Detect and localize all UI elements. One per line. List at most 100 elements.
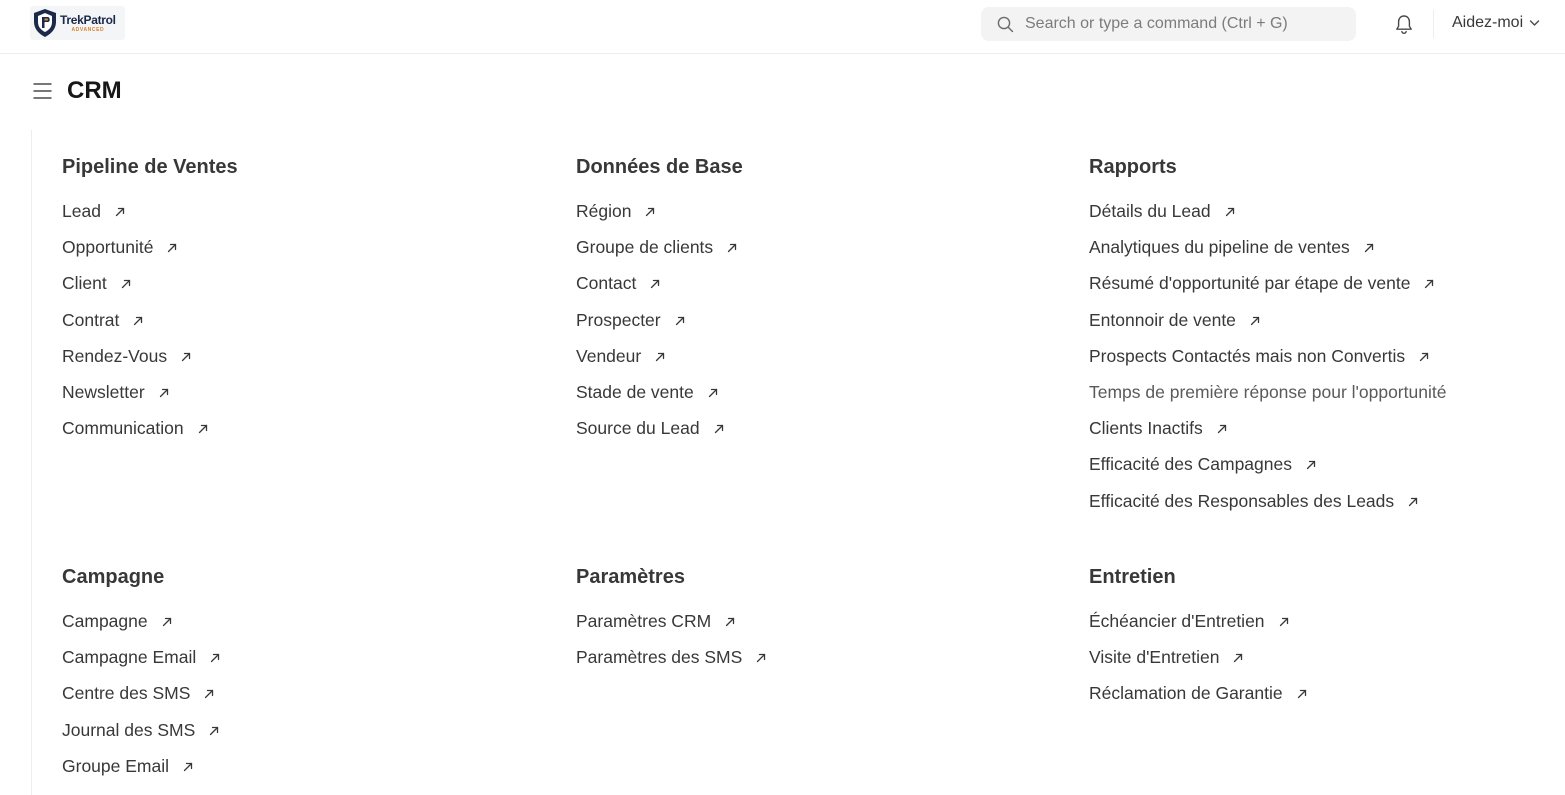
shortcut-link[interactable]: Paramètres CRM [576, 611, 735, 631]
shortcut-link[interactable]: Lead [62, 201, 125, 221]
link-label: Centre des SMS [62, 683, 191, 704]
link-item: Prospects Contactés mais non Convertis [1089, 346, 1549, 382]
shortcut-link[interactable]: Rendez-Vous [62, 346, 191, 366]
shortcut-link[interactable]: Échéancier d'Entretien [1089, 611, 1289, 631]
shortcut-link[interactable]: Visite d'Entretien [1089, 647, 1243, 667]
shortcut-link[interactable]: Résumé d'opportunité par étape de vente [1089, 273, 1434, 293]
link-item: Centre des SMS [62, 683, 522, 719]
shortcut-link[interactable]: Newsletter [62, 382, 169, 402]
link-label: Analytiques du pipeline de ventes [1089, 237, 1350, 258]
link-label: Échéancier d'Entretien [1089, 611, 1265, 631]
arrow-up-right-icon [1250, 310, 1260, 330]
arrow-up-right-icon [115, 201, 125, 221]
link-list: Paramètres CRM Paramètres des SMS [576, 611, 1036, 683]
sidebar-toggle-button[interactable] [33, 82, 52, 105]
help-dropdown[interactable]: Aidez-moi [1452, 14, 1540, 32]
arrow-up-right-icon [708, 382, 718, 402]
link-label: Efficacité des Responsables des Leads [1089, 490, 1395, 511]
link-label: Lead [62, 201, 101, 221]
link-label: Journal des SMS [62, 719, 196, 740]
link-item: Contact [576, 273, 1036, 309]
shortcut-link[interactable]: Entonnoir de vente [1089, 310, 1260, 330]
link-list: Détails du Lead Analytiques du pipeline d… [1089, 201, 1549, 527]
notifications-button[interactable] [1394, 14, 1414, 40]
shortcut-link[interactable]: Groupe Email [62, 756, 193, 776]
arrow-up-right-icon [167, 237, 177, 257]
shortcut-link[interactable]: Groupe de clients [576, 237, 737, 257]
section-title: Paramètres [576, 566, 685, 588]
shortcut-link[interactable]: Contact [576, 273, 660, 293]
shortcut-link[interactable]: Opportunité [62, 237, 177, 257]
link-item: Newsletter [62, 382, 522, 418]
link-label: Contrat [62, 309, 120, 330]
shortcut-link[interactable]: Vendeur [576, 346, 665, 366]
link-item: Échéancier d'Entretien [1089, 611, 1549, 647]
shortcut-link[interactable]: Campagne [62, 611, 172, 631]
shortcut-link[interactable]: Contrat [62, 310, 143, 330]
arrow-up-right-icon [756, 647, 766, 667]
shortcut-link[interactable]: Détails du Lead [1089, 201, 1235, 221]
link-item: Opportunité [62, 237, 522, 273]
link-item: Paramètres CRM [576, 611, 1036, 647]
shortcut-link[interactable]: Analytiques du pipeline de ventes [1089, 237, 1374, 257]
link-label: Source du Lead [576, 418, 700, 439]
section-donnees-de-base: Données de Base Région Groupe de clients C… [576, 155, 1036, 454]
arrow-up-right-icon [1364, 237, 1374, 257]
search-bar[interactable] [981, 7, 1356, 41]
link-label: Contact [576, 273, 637, 294]
search-input[interactable] [1025, 15, 1345, 33]
link-label: Clients Inactifs [1089, 418, 1203, 439]
navbar-divider [1433, 10, 1434, 38]
shortcut-link[interactable]: Campagne Email [62, 647, 220, 667]
link-item: Prospecter [576, 310, 1036, 346]
link-label: Opportunité [62, 237, 154, 258]
link-label: Communication [62, 418, 184, 439]
shortcut-link[interactable]: Prospects Contactés mais non Convertis [1089, 346, 1429, 366]
arrow-up-right-icon [159, 382, 169, 402]
arrow-up-right-icon [181, 346, 191, 366]
link-label: Paramètres CRM [576, 611, 712, 631]
link-label: Paramètres des SMS [576, 647, 743, 668]
shortcut-link[interactable]: Communication [62, 418, 208, 438]
shortcut-link[interactable]: Stade de vente [576, 382, 718, 402]
link-label: Stade de vente [576, 381, 694, 402]
arrow-up-right-icon [727, 237, 737, 257]
section-title: Pipeline de Ventes [62, 156, 238, 178]
link-item: Réclamation de Garantie [1089, 683, 1549, 719]
shortcut-link[interactable]: Efficacité des Responsables des Leads [1089, 491, 1418, 511]
link-item: Campagne Email [62, 647, 522, 683]
link-label: Campagne [62, 611, 148, 631]
shortcut-link[interactable]: Prospecter [576, 310, 685, 330]
arrow-up-right-icon [1233, 647, 1243, 667]
link-label: Groupe de clients [576, 237, 714, 258]
arrow-up-right-icon [121, 273, 131, 293]
link-item: Vendeur [576, 346, 1036, 382]
arrow-up-right-icon [650, 273, 660, 293]
section-rapports: Rapports Détails du Lead Analytiques du p… [1089, 155, 1549, 527]
logo-subtitle: ADVANCED [71, 26, 105, 33]
shortcut-link[interactable]: Source du Lead [576, 418, 724, 438]
arrow-up-right-icon [1217, 418, 1227, 438]
link-label: Prospecter [576, 309, 661, 330]
shortcut-link[interactable]: Journal des SMS [62, 720, 219, 740]
link-item: Communication [62, 418, 522, 454]
shortcut-link[interactable]: Paramètres des SMS [576, 647, 766, 667]
link-label: Efficacité des Campagnes [1089, 454, 1292, 475]
shortcut-link[interactable]: Efficacité des Campagnes [1089, 454, 1316, 474]
arrow-up-right-icon [1225, 201, 1235, 221]
link-list: Campagne Campagne Email Centre des SMS Jour… [62, 611, 522, 792]
arrow-up-right-icon [204, 683, 214, 703]
shortcut-link[interactable]: Région [576, 201, 655, 221]
link-item: Contrat [62, 310, 522, 346]
link-item: Visite d'Entretien [1089, 647, 1549, 683]
link-item: Campagne [62, 611, 522, 647]
link-label: Région [576, 201, 632, 221]
shortcut-link[interactable]: Clients Inactifs [1089, 418, 1227, 438]
bell-icon [1396, 15, 1412, 35]
shortcut-link[interactable]: Temps de première réponse pour l'opportu… [1089, 382, 1446, 402]
shortcut-link[interactable]: Centre des SMS [62, 683, 214, 703]
app-logo[interactable]: TrekPatrol ADVANCED [30, 6, 125, 40]
shortcut-link[interactable]: Réclamation de Garantie [1089, 683, 1307, 703]
link-item: Entonnoir de vente [1089, 310, 1549, 346]
shortcut-link[interactable]: Client [62, 273, 131, 293]
